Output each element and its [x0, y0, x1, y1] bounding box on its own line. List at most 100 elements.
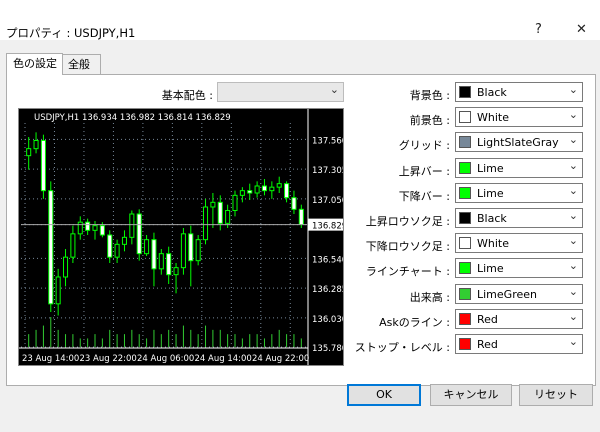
color-select-askline[interactable]: Red ⌄ — [455, 308, 583, 329]
color-select-linechart[interactable]: Lime ⌄ — [455, 258, 583, 279]
y-tick-label: 136.829 — [312, 222, 343, 232]
candle-body — [239, 190, 245, 196]
candle-body — [276, 183, 282, 188]
y-tick-label: 136.540 — [312, 255, 343, 265]
chevron-down-icon: ⌄ — [568, 158, 578, 172]
color-value: White — [477, 111, 509, 125]
color-value: Red — [477, 312, 498, 326]
color-value: White — [477, 237, 509, 251]
candle-body — [99, 225, 105, 236]
setting-label-barup: 上昇バー : — [398, 164, 450, 178]
chevron-down-icon: ⌄ — [568, 209, 578, 222]
title-bar: プロパティ : USDJPY,H1 ? ✕ — [0, 0, 600, 40]
y-tick-label: 136.285 — [312, 285, 343, 295]
candle-body — [33, 140, 39, 150]
color-swatch — [459, 212, 471, 224]
color-select-barup[interactable]: Lime ⌄ — [455, 157, 583, 178]
candle-body — [129, 213, 135, 238]
candle-body — [232, 194, 238, 212]
candle-body — [291, 197, 297, 210]
chart-header: USDJPY,H1 136.934 136.982 136.814 136.82… — [34, 113, 231, 123]
candle-body — [210, 201, 216, 208]
y-tick-label: 137.050 — [312, 196, 343, 206]
chevron-down-icon: ⌄ — [568, 234, 578, 248]
candle-body — [63, 256, 69, 278]
candle-body — [121, 236, 127, 245]
chevron-down-icon: ⌄ — [568, 183, 578, 197]
chevron-down-icon: ⌄ — [568, 335, 578, 348]
candle-body — [70, 233, 76, 258]
color-swatch — [459, 312, 471, 325]
color-swatch — [459, 237, 471, 250]
candle-body — [158, 253, 164, 270]
color-select-volume[interactable]: LimeGreen ⌄ — [455, 283, 583, 304]
candle-body — [195, 239, 201, 262]
color-swatch — [459, 86, 471, 98]
setting-label-fg: 前景色 : — [409, 114, 450, 128]
candle-body — [217, 201, 223, 224]
x-tick-label: 24 Aug 06:00 — [137, 354, 194, 364]
color-select-fg[interactable]: White ⌄ — [455, 107, 583, 128]
color-select-bg[interactable]: Black ⌄ — [455, 82, 583, 102]
chevron-down-icon: ⌄ — [568, 309, 578, 323]
color-swatch — [459, 338, 471, 350]
candle-body — [151, 239, 157, 270]
candle-body — [173, 267, 179, 276]
candle-body — [247, 190, 253, 194]
color-swatch — [459, 111, 471, 124]
color-select-stoplevel[interactable]: Red ⌄ — [455, 334, 583, 354]
chevron-down-icon: ⌄ — [568, 259, 578, 273]
x-tick-label: 23 Aug 14:00 — [22, 354, 79, 364]
color-value: Black — [477, 86, 507, 99]
candle-body — [225, 210, 231, 224]
cancel-button[interactable]: キャンセル — [430, 384, 512, 406]
color-select-bullcandle[interactable]: Black ⌄ — [455, 208, 583, 228]
window-title: プロパティ : USDJPY,H1 — [6, 26, 136, 40]
candle-body — [48, 190, 54, 305]
color-value: Lime — [477, 161, 504, 175]
y-tick-label: 135.780 — [312, 344, 343, 354]
y-tick-label: 136.030 — [312, 315, 343, 325]
chevron-down-icon: ⌄ — [568, 133, 578, 147]
scheme-select[interactable]: ⌄ — [217, 82, 344, 102]
color-select-bearcandle[interactable]: White ⌄ — [455, 233, 583, 254]
color-value: Black — [477, 212, 507, 225]
candle-body — [284, 183, 290, 199]
color-swatch — [459, 136, 471, 149]
setting-label-bg: 背景色 : — [409, 89, 450, 102]
color-select-bardown[interactable]: Lime ⌄ — [455, 182, 583, 203]
color-swatch — [459, 186, 471, 199]
color-value: Red — [477, 338, 498, 351]
scheme-label: 基本配色 : — [161, 89, 213, 102]
chevron-down-icon: ⌄ — [568, 284, 578, 298]
candle-body — [180, 233, 186, 269]
setting-label-stoplevel: ストップ・レベル : — [354, 341, 450, 354]
setting-label-linechart: ラインチャート : — [365, 265, 450, 279]
candle-body — [166, 253, 172, 276]
setting-label-askline: Askのライン : — [379, 315, 450, 329]
close-button[interactable]: ✕ — [576, 22, 587, 37]
candle-body — [85, 221, 91, 231]
color-select-grid[interactable]: LightSlateGray ⌄ — [455, 132, 583, 153]
tab-general[interactable]: 全般 — [61, 54, 101, 74]
candle-body — [55, 276, 61, 305]
candle-body — [77, 221, 83, 235]
x-tick-label: 23 Aug 22:00 — [80, 354, 137, 364]
color-swatch — [459, 262, 471, 275]
preview-chart: 137.560 137.305 137.050 136.829 136.540 136.2… — [18, 108, 347, 366]
color-swatch — [459, 287, 471, 300]
chevron-down-icon: ⌄ — [568, 83, 578, 96]
candle-body — [107, 234, 113, 258]
candle-body — [40, 140, 46, 192]
color-value: LightSlateGray — [477, 136, 559, 150]
help-button[interactable]: ? — [535, 22, 542, 37]
reset-button[interactable]: リセット — [519, 384, 593, 406]
x-tick-label: 24 Aug 22:00 — [252, 354, 309, 364]
candle-body — [188, 233, 194, 262]
tab-color-settings[interactable]: 色の設定 — [6, 53, 63, 75]
setting-label-grid: グリッド : — [398, 139, 450, 153]
candle-body — [92, 225, 98, 231]
chart-canvas: 137.560 137.305 137.050 136.829 136.540 136.2… — [19, 109, 347, 365]
ok-button[interactable]: OK — [347, 384, 421, 406]
setting-label-bearcandle: 下降ロウソク足 : — [365, 240, 450, 254]
